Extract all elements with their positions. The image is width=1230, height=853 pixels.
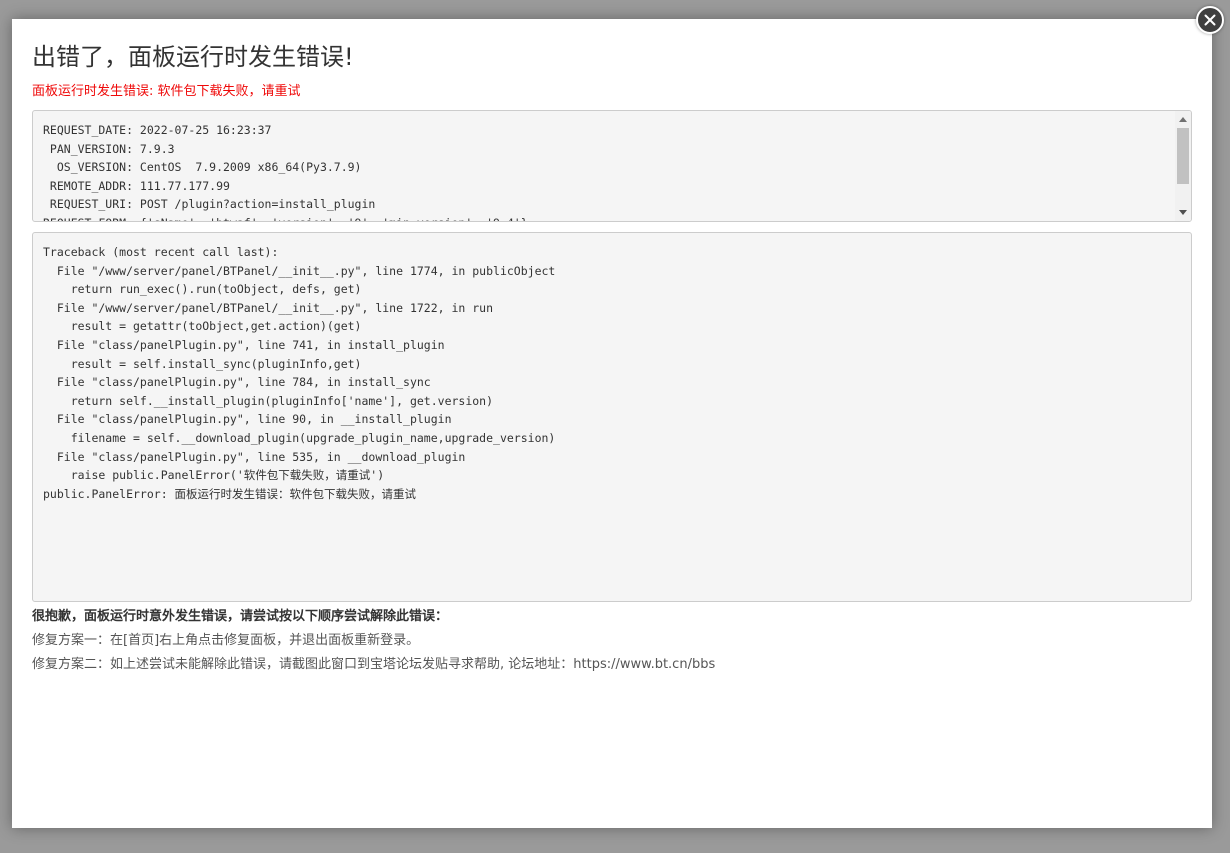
solution-two: 修复方案二：如上述尝试未能解除此错误，请截图此窗口到宝塔论坛发贴寻求帮助, 论坛… bbox=[32, 657, 716, 672]
request-info-box[interactable]: REQUEST_DATE: 2022-07-25 16:23:37 PAN_VE… bbox=[32, 110, 1192, 222]
error-dialog: 出错了，面板运行时发生错误! 面板运行时发生错误: 软件包下载失败，请重试 RE… bbox=[12, 19, 1212, 828]
request-info-scrollbar[interactable] bbox=[1175, 111, 1191, 221]
scroll-thumb[interactable] bbox=[1177, 128, 1189, 184]
close-button[interactable] bbox=[1196, 6, 1224, 34]
error-summary: 面板运行时发生错误: 软件包下载失败，请重试 bbox=[32, 84, 301, 99]
scroll-up-arrow-icon[interactable] bbox=[1179, 117, 1187, 122]
scroll-down-arrow-icon[interactable] bbox=[1179, 210, 1187, 215]
traceback-box[interactable]: Traceback (most recent call last): File … bbox=[32, 232, 1192, 602]
request-info-text: REQUEST_DATE: 2022-07-25 16:23:37 PAN_VE… bbox=[43, 123, 528, 221]
help-heading: 很抱歉，面板运行时意外发生错误，请尝试按以下顺序尝试解除此错误： bbox=[32, 609, 449, 624]
solution-one: 修复方案一：在[首页]右上角点击修复面板，并退出面板重新登录。 bbox=[32, 633, 420, 648]
close-icon bbox=[1204, 14, 1216, 26]
traceback-text: Traceback (most recent call last): File … bbox=[43, 245, 556, 501]
dialog-title: 出错了，面板运行时发生错误! bbox=[32, 43, 354, 71]
